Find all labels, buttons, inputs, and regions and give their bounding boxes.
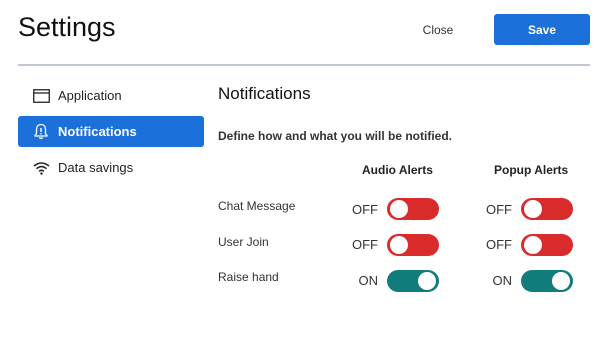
section-description: Define how and what you will be notified…: [218, 129, 453, 143]
audio-state-label: OFF: [352, 237, 378, 252]
save-button[interactable]: Save: [494, 14, 590, 45]
audio-state-label: OFF: [352, 202, 378, 217]
wifi-icon: [32, 160, 50, 176]
toggle-knob: [418, 272, 436, 290]
sidebar-item-label: Application: [58, 88, 122, 103]
sidebar-item-notifications[interactable]: Notifications: [18, 116, 204, 147]
page-title: Settings: [18, 12, 116, 42]
raise-hand-popup-toggle[interactable]: [521, 270, 573, 292]
close-button[interactable]: Close: [410, 16, 466, 44]
header-divider: [18, 64, 590, 66]
sidebar-item-label: Notifications: [58, 124, 137, 139]
toggle-knob: [524, 200, 542, 218]
sidebar: Application Notifications Data savings: [18, 80, 204, 188]
toggle-knob: [552, 272, 570, 290]
popup-state-label: OFF: [486, 202, 512, 217]
chat-message-popup-toggle[interactable]: [521, 198, 573, 220]
user-join-audio-toggle[interactable]: [387, 234, 439, 256]
section-title: Notifications: [218, 84, 311, 103]
row-label-user-join: User Join: [218, 235, 269, 249]
sidebar-item-label: Data savings: [58, 160, 134, 175]
raise-hand-audio-toggle[interactable]: [387, 270, 439, 292]
row-label-chat-message: Chat Message: [218, 199, 296, 213]
toggle-knob: [524, 236, 542, 254]
bell-icon: [32, 123, 50, 140]
sidebar-item-data-savings[interactable]: Data savings: [18, 152, 204, 183]
sidebar-item-application[interactable]: Application: [18, 80, 204, 111]
toggle-knob: [390, 236, 408, 254]
popup-alerts-header: Popup Alerts: [494, 163, 569, 177]
window-icon: [32, 88, 50, 104]
audio-state-label: ON: [358, 273, 379, 288]
chat-message-audio-toggle[interactable]: [387, 198, 439, 220]
popup-state-label: ON: [492, 273, 513, 288]
row-label-raise-hand: Raise hand: [218, 270, 279, 284]
popup-state-label: OFF: [486, 237, 512, 252]
toggle-knob: [390, 200, 408, 218]
audio-alerts-header: Audio Alerts: [362, 163, 433, 177]
user-join-popup-toggle[interactable]: [521, 234, 573, 256]
